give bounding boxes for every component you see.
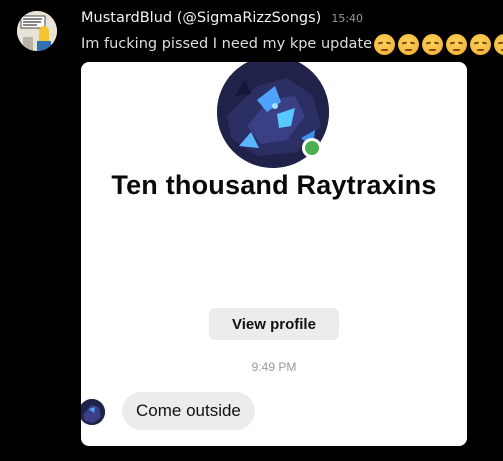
message-text: Im fucking pissed I need my kpe update [81,36,373,52]
relieved-face-emoji [374,33,396,55]
message-content: Im fucking pissed I need my kpe update [81,33,503,55]
relieved-face-emoji [398,33,420,55]
relieved-face-emoji [494,33,503,55]
chat-bubble: Come outside [122,392,255,430]
chat-time: 9:49 PM [251,360,297,374]
image-attachment[interactable]: Ten thousand Raytraxins View profile 9:4… [81,62,467,446]
profile-name: Ten thousand Raytraxins [111,170,437,200]
relieved-face-emoji [422,33,444,55]
view-profile-button: View profile [209,308,339,340]
sender-mini-avatar [81,399,105,425]
chat-message: MustardBlud (@SigmaRizzSongs) 15:40 Im f… [0,0,503,461]
message-header: MustardBlud (@SigmaRizzSongs) 15:40 [81,10,363,30]
mini-dragon-avatar-image [81,399,105,425]
avatar-image [17,11,57,51]
message-timestamp[interactable]: 15:40 [331,12,363,25]
online-status-dot [302,138,322,158]
emoji-row [374,33,503,55]
avatar[interactable] [17,11,57,51]
relieved-face-emoji [470,33,492,55]
author-name[interactable]: MustardBlud (@SigmaRizzSongs) [81,10,321,26]
relieved-face-emoji [446,33,468,55]
